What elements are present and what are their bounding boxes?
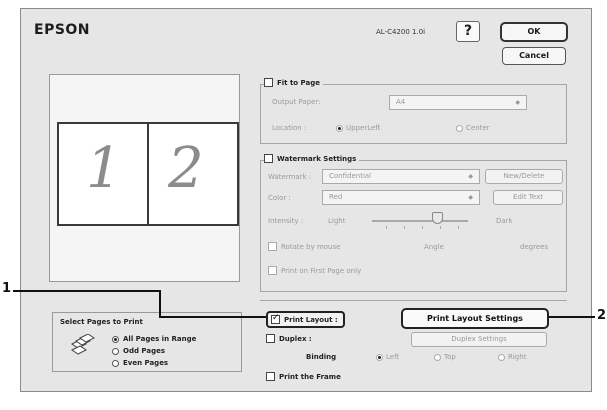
binding-right-radio[interactable]: Right <box>498 353 526 361</box>
preview-page-divider <box>147 122 149 226</box>
radio-dot-icon[interactable] <box>434 353 441 361</box>
print-frame-checkbox[interactable]: Print the Frame <box>266 372 341 381</box>
radio-dot-icon[interactable] <box>112 335 119 343</box>
select-pages-title: Select Pages to Print <box>60 318 143 326</box>
binding-left-radio[interactable]: Left <box>376 353 399 361</box>
duplex-checkbox[interactable]: Duplex : <box>266 334 312 343</box>
preview-page-1: 1 <box>86 136 122 201</box>
checkbox-icon[interactable] <box>271 313 280 324</box>
fit-to-page-checkbox[interactable]: Fit to Page <box>264 78 323 87</box>
color-label: Color : <box>268 194 291 202</box>
preview-page-2: 2 <box>168 136 204 201</box>
popup-arrows-icon: ◆ <box>468 173 473 180</box>
rotate-by-mouse-checkbox[interactable]: Rotate by mouse <box>268 242 340 251</box>
popup-arrows-icon: ◆ <box>515 99 520 106</box>
radio-all-pages-label: All Pages in Range <box>123 335 197 343</box>
watermark-select[interactable]: Confidential ◆ <box>322 169 480 184</box>
popup-arrows-icon: ◆ <box>468 194 473 201</box>
watermark-label: Watermark : <box>268 173 312 181</box>
slider-tick <box>458 226 459 229</box>
radio-all-pages[interactable]: All Pages in Range <box>112 335 196 343</box>
checkbox-icon[interactable] <box>264 78 273 87</box>
watermark-settings-checkbox[interactable]: Watermark Settings <box>264 154 360 163</box>
edit-text-button[interactable]: Edit Text <box>493 190 563 205</box>
print-layout-checkbox[interactable]: Print Layout : <box>266 311 345 328</box>
binding-top-label: Top <box>444 353 456 361</box>
location-label: Location : <box>272 124 307 132</box>
callout-1-line <box>13 290 161 292</box>
output-paper-select[interactable]: A4 ◆ <box>389 95 527 110</box>
duplex-settings-button[interactable]: Duplex Settings <box>411 332 547 347</box>
help-button[interactable]: ? <box>456 21 480 42</box>
degrees-label: degrees <box>520 243 549 251</box>
intensity-slider-track[interactable] <box>372 220 468 222</box>
binding-right-label: Right <box>508 353 527 361</box>
first-page-only-checkbox[interactable]: Print on First Page only <box>268 266 361 275</box>
color-select[interactable]: Red ◆ <box>322 190 480 205</box>
radio-even-pages-label: Even Pages <box>123 359 169 367</box>
first-page-only-label: Print on First Page only <box>281 266 362 275</box>
radio-dot-icon[interactable] <box>112 347 119 355</box>
fit-to-page-group <box>260 84 567 144</box>
checkbox-icon[interactable] <box>268 266 277 275</box>
pages-stack-icon <box>71 334 95 355</box>
ok-button[interactable]: OK <box>500 22 568 42</box>
output-paper-value: A4 <box>396 98 406 106</box>
slider-tick <box>422 226 423 229</box>
output-paper-label: Output Paper: <box>272 98 321 106</box>
radio-even-pages[interactable]: Even Pages <box>112 359 168 367</box>
epson-logo: EPSON <box>34 22 91 38</box>
intensity-light-label: Light <box>328 217 346 225</box>
slider-tick <box>404 226 405 229</box>
slider-tick <box>386 226 387 229</box>
binding-label: Binding <box>306 353 337 361</box>
checkbox-icon[interactable] <box>268 242 277 251</box>
binding-left-label: Left <box>386 353 400 361</box>
intensity-slider-thumb[interactable] <box>431 212 443 224</box>
rotate-by-mouse-label: Rotate by mouse <box>281 242 341 251</box>
location-center-label: Center <box>466 124 490 132</box>
radio-dot-icon[interactable] <box>112 359 119 367</box>
checkbox-icon[interactable] <box>266 334 275 343</box>
watermark-value: Confidential <box>329 172 372 180</box>
radio-dot-icon[interactable] <box>498 353 505 361</box>
binding-top-radio[interactable]: Top <box>434 353 456 361</box>
model-version-label: AL-C4200 1.0i <box>376 28 426 36</box>
radio-odd-pages-label: Odd Pages <box>123 347 165 355</box>
watermark-settings-label: Watermark Settings <box>277 154 357 163</box>
callout-1-line-end <box>159 316 266 318</box>
cancel-button[interactable]: Cancel <box>502 47 566 65</box>
intensity-dark-label: Dark <box>496 217 513 225</box>
checkbox-icon[interactable] <box>264 154 273 163</box>
location-upperleft-radio[interactable]: UpperLeft <box>336 124 380 132</box>
callout-1-number: 1 <box>2 281 12 296</box>
fit-to-page-label: Fit to Page <box>277 78 320 87</box>
print-layout-settings-button[interactable]: Print Layout Settings <box>401 308 549 329</box>
callout-2-line <box>549 316 595 318</box>
radio-dot-icon[interactable] <box>456 124 463 132</box>
radio-dot-icon[interactable] <box>376 353 383 361</box>
slider-tick <box>440 226 441 229</box>
new-delete-button[interactable]: New/Delete <box>485 169 563 184</box>
location-center-radio[interactable]: Center <box>456 124 490 132</box>
callout-2-number: 2 <box>597 308 607 323</box>
separator <box>260 300 567 301</box>
radio-dot-icon[interactable] <box>336 124 343 132</box>
radio-odd-pages[interactable]: Odd Pages <box>112 347 165 355</box>
color-value: Red <box>329 193 343 201</box>
print-layout-label: Print Layout : <box>284 315 338 324</box>
callout-1-line-vertical <box>159 290 161 318</box>
duplex-label: Duplex : <box>279 334 312 343</box>
location-upperleft-label: UpperLeft <box>346 124 381 132</box>
angle-label: Angle <box>424 243 444 251</box>
checkbox-icon[interactable] <box>266 372 275 381</box>
print-frame-label: Print the Frame <box>279 372 341 381</box>
intensity-label: Intensity : <box>268 217 304 225</box>
